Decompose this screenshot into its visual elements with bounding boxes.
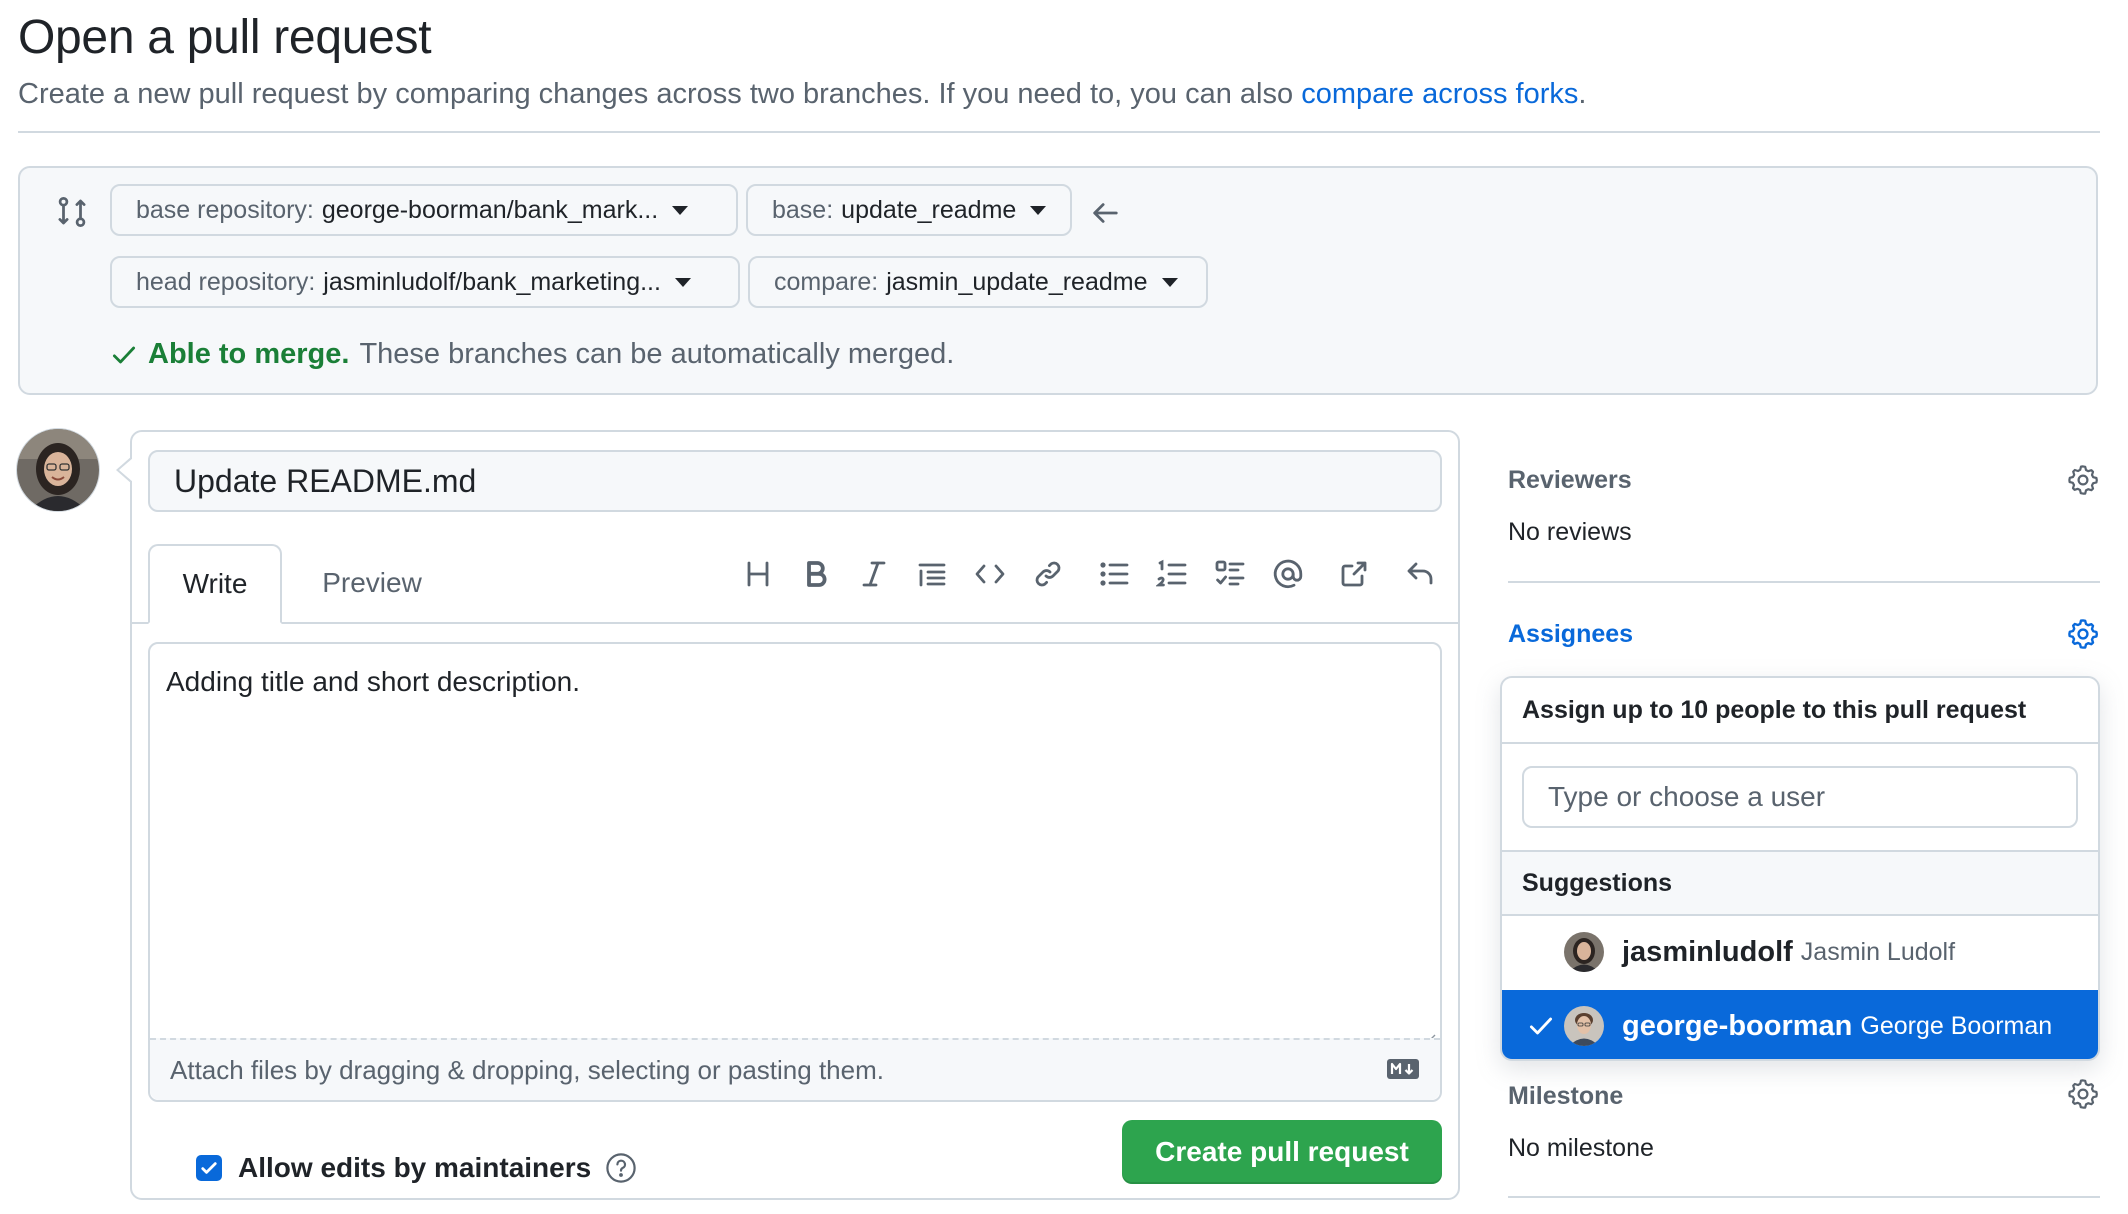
head-repository-value: jasminludolf/bank_marketing... [323,267,661,296]
reviewers-label[interactable]: Reviewers [1508,466,1632,495]
attach-files-area[interactable]: Attach files by dragging & dropping, sel… [150,1038,1440,1100]
suggestions-header: Suggestions [1502,850,2098,916]
avatar [1564,1006,1604,1046]
compare-branch-value: jasmin_update_readme [886,267,1148,296]
caret-down-icon [672,205,689,215]
subtitle-text: Create a new pull request by comparing c… [18,78,1302,110]
unordered-list-icon[interactable] [1096,556,1132,592]
tab-write[interactable]: Write [148,544,282,624]
git-compare-icon [52,192,92,232]
markdown-toolbar [718,556,1438,592]
task-list-icon[interactable] [1212,556,1248,592]
heading-icon[interactable] [740,556,776,592]
check-icon [1526,1011,1556,1041]
cross-reference-icon[interactable] [1336,556,1372,592]
base-branch-value: update_readme [841,195,1017,224]
author-avatar[interactable] [16,428,100,512]
bold-icon[interactable] [798,556,834,592]
description-text: Adding title and short description. [166,666,581,697]
merge-status-text: These branches can be automatically merg… [359,338,955,370]
page-subtitle: Create a new pull request by comparing c… [18,78,1586,111]
assignee-name: Jasmin Ludolf [1800,937,1956,966]
assignees-label[interactable]: Assignees [1508,620,1633,649]
pull-request-page: Open a pull request Create a new pull re… [0,0,2128,1214]
gear-icon[interactable] [2066,617,2100,651]
code-icon[interactable] [972,556,1008,592]
caret-down-icon [1161,277,1178,287]
page-title: Open a pull request [18,11,432,64]
gear-icon[interactable] [2066,1077,2100,1111]
milestone-label[interactable]: Milestone [1508,1082,1623,1111]
sidebar-divider [1508,581,2100,583]
pull-request-form: Write Preview [116,430,1460,1200]
merge-status: Able to merge. These branches can be aut… [110,338,954,371]
mention-icon[interactable] [1270,556,1306,592]
allow-edits-checkbox[interactable] [196,1155,222,1181]
compare-branch-select[interactable]: compare: jasmin_update_readme [748,256,1208,308]
assignee-filter-input[interactable] [1522,766,2078,828]
assignees-dropdown-header: Assign up to 10 people to this pull requ… [1502,678,2098,744]
subtitle-end: . [1578,78,1587,110]
check-icon [1526,937,1556,967]
avatar [1564,932,1604,972]
markdown-icon[interactable] [1386,1058,1420,1080]
base-branch-label: base: [772,195,834,224]
compare-branch-label: compare: [774,267,879,296]
caret-down-icon [1030,205,1047,215]
caret-down-icon [674,277,691,287]
question-icon[interactable] [605,1152,637,1184]
reviewers-value: No reviews [1508,518,1632,546]
assignees-dropdown: Assign up to 10 people to this pull requ… [1500,676,2100,1061]
editor-tabbar: Write Preview [132,544,1458,624]
head-repository-label: head repository: [136,267,316,296]
base-repository-value: george-boorman/bank_mark... [321,195,659,224]
description-textarea[interactable]: Adding title and short description. Atta… [148,642,1442,1102]
header-divider [18,131,2100,133]
merge-status-label: Able to merge. [148,338,350,370]
attach-files-text: Attach files by dragging & dropping, sel… [170,1054,884,1085]
quote-icon[interactable] [914,556,950,592]
allow-edits-label: Allow edits by maintainers [238,1152,592,1183]
ordered-list-icon[interactable] [1154,556,1190,592]
sidebar-divider [1508,1196,2100,1198]
base-branch-select[interactable]: base: update_readme [746,184,1072,236]
pull-request-title-input[interactable] [148,450,1442,512]
compare-across-forks-link[interactable]: compare across forks [1301,78,1578,110]
compare-box: base repository: george-boorman/bank_mar… [18,166,2098,395]
assignee-option-george-boorman[interactable]: george-boorman George Boorman [1502,990,2098,1059]
tab-preview[interactable]: Preview [302,544,442,622]
assignee-login: jasminludolf [1622,935,1793,968]
check-icon [110,341,138,369]
assignee-login: george-boorman [1622,1009,1853,1042]
link-icon[interactable] [1030,556,1066,592]
milestone-value: No milestone [1508,1134,1654,1162]
arrow-left-icon [1088,196,1122,230]
create-pull-request-button[interactable]: Create pull request [1122,1120,1442,1184]
base-repository-label: base repository: [136,195,314,224]
italic-icon[interactable] [856,556,892,592]
reply-icon[interactable] [1402,556,1438,592]
gear-icon[interactable] [2066,463,2100,497]
assignee-name: George Boorman [1860,1011,2053,1040]
assignee-option-jasminludolf[interactable]: jasminludolf Jasmin Ludolf [1502,916,2098,988]
head-repository-select[interactable]: head repository: jasminludolf/bank_marke… [110,256,740,308]
base-repository-select[interactable]: base repository: george-boorman/bank_mar… [110,184,738,236]
allow-edits-option: Allow edits by maintainers [196,1152,637,1184]
